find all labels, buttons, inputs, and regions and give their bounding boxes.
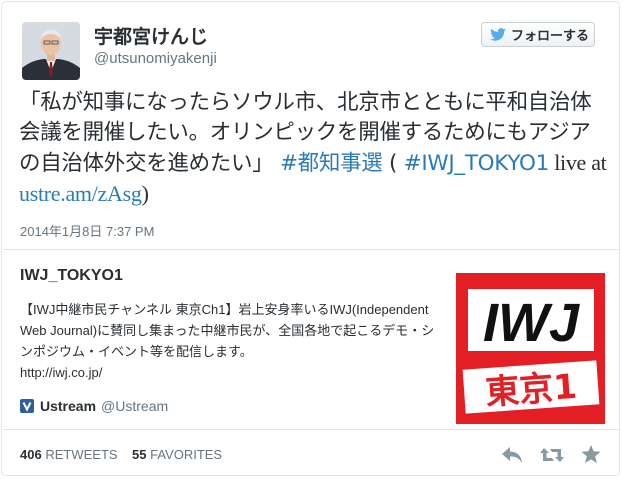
- follow-button-label: フォローする: [511, 28, 590, 43]
- tweet-url-link[interactable]: ustre.am/zAsg: [19, 181, 142, 206]
- tweet-stats: 406 RETWEETS 55 FAVORITES: [20, 447, 222, 462]
- attribution-brand: Ustream: [40, 398, 97, 414]
- user-name[interactable]: 宇都宮けんじ: [94, 22, 208, 49]
- user-avatar[interactable]: [22, 22, 80, 80]
- hashtag-link[interactable]: #都知事選: [280, 151, 383, 176]
- iwj-logo-text: IWJ: [483, 293, 580, 353]
- user-handle[interactable]: @utsunomiyakenji: [94, 50, 217, 67]
- tweet-card: 宇都宮けんじ @utsunomiyakenji フォローする 「私が知事になった…: [1, 1, 620, 476]
- hashtag-link[interactable]: #IWJ_TOKYO1: [404, 151, 550, 176]
- media-card-url[interactable]: http://iwj.co.jp/: [20, 365, 102, 380]
- follow-button[interactable]: フォローする: [481, 22, 595, 47]
- tweet-paren-close: ): [141, 181, 149, 206]
- tweet-actions: [501, 445, 601, 469]
- ustream-icon: [20, 399, 34, 413]
- media-card-thumbnail[interactable]: IWJ 東京1: [456, 273, 605, 424]
- tweet-paren-open: (: [382, 151, 404, 176]
- twitter-bird-icon: [490, 28, 506, 41]
- tweet-timestamp[interactable]: 2014年1月8日 7:37 PM: [20, 221, 154, 240]
- reply-icon[interactable]: [501, 446, 523, 469]
- favorites-label[interactable]: FAVORITES: [150, 447, 222, 462]
- iwj-logo-subtext: 東京1: [484, 367, 578, 413]
- media-card-attribution[interactable]: Ustream @Ustream: [20, 398, 168, 414]
- retweets-label[interactable]: RETWEETS: [45, 447, 117, 462]
- favorites-count[interactable]: 55: [132, 447, 146, 462]
- divider: [3, 249, 620, 250]
- favorite-icon[interactable]: [581, 445, 601, 469]
- attribution-account[interactable]: @Ustream: [101, 398, 168, 414]
- avatar-portrait: [22, 22, 80, 80]
- divider: [3, 429, 620, 430]
- tweet-live-text: live at: [549, 150, 607, 175]
- media-card-title[interactable]: IWJ_TOKYO1: [20, 267, 123, 285]
- retweets-count[interactable]: 406: [20, 447, 42, 462]
- media-card-description: 【IWJ中継市民チャンネル 東京Ch1】岩上安身率いるIWJ(Independe…: [20, 302, 435, 359]
- retweet-icon[interactable]: [539, 446, 565, 469]
- iwj-logo: IWJ 東京1: [456, 273, 605, 424]
- tweet-text: 「私が知事になったらソウル市、北京市とともに平和自治体会議を開催したい。オリンピ…: [19, 88, 609, 210]
